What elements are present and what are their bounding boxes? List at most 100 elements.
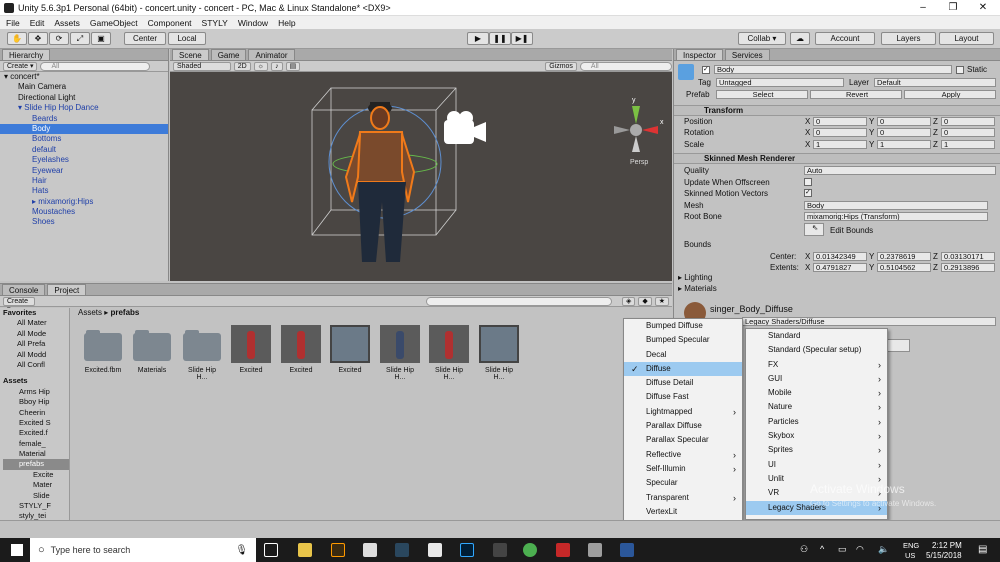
hierarchy-item[interactable]: Hair: [0, 176, 168, 186]
shader-menu-item[interactable]: Decal: [624, 348, 742, 362]
2d-toggle[interactable]: 2D: [233, 61, 251, 71]
prefab-revert-button[interactable]: Revert: [810, 90, 902, 99]
menu-component[interactable]: Component: [148, 18, 192, 28]
tab-console[interactable]: Console: [2, 284, 46, 295]
menu-window[interactable]: Window: [238, 18, 268, 28]
hierarchy-search-input[interactable]: All: [40, 61, 151, 71]
shader-menu-item[interactable]: UI ›: [746, 458, 887, 472]
hierarchy-item[interactable]: Moustaches: [0, 207, 168, 217]
breadcrumb-prefabs[interactable]: prefabs: [110, 308, 139, 317]
network-icon[interactable]: ▭: [838, 544, 847, 555]
windows-start-icon[interactable]: [11, 544, 23, 556]
shader-menu-item[interactable]: Mobile ›: [746, 386, 887, 400]
menu-help[interactable]: Help: [278, 18, 295, 28]
mesh-field[interactable]: Body: [804, 201, 988, 210]
shader-menu-item[interactable]: Self-Illumin ›: [624, 462, 742, 476]
shader-menu-item[interactable]: Diffuse Detail: [624, 376, 742, 390]
chrome-icon[interactable]: [523, 543, 537, 557]
prefab-apply-button[interactable]: Apply: [904, 90, 996, 99]
update-offscreen-checkbox[interactable]: [804, 178, 812, 186]
hierarchy-item[interactable]: Hats: [0, 186, 168, 196]
edit-bounds-icon[interactable]: ⇖: [804, 223, 824, 236]
hierarchy-item[interactable]: Shoes: [0, 217, 168, 227]
asset-tree-item[interactable]: STYLY_F: [3, 501, 69, 511]
app-grey-icon[interactable]: [588, 543, 602, 557]
shader-menu-item[interactable]: Diffuse Fast: [624, 390, 742, 404]
audio-toggle-icon[interactable]: ♪: [271, 61, 283, 71]
layout-dropdown[interactable]: Layout: [939, 32, 994, 45]
asset-tree-item[interactable]: Arms Hip: [3, 387, 69, 397]
prefab-select-button[interactable]: Select: [716, 90, 808, 99]
static-checkbox[interactable]: [956, 66, 964, 74]
hierarchy-item[interactable]: Body: [0, 123, 168, 135]
task-view-icon[interactable]: [264, 543, 278, 557]
favorite-item[interactable]: All Modd: [3, 350, 69, 360]
asset-tile[interactable]: Slide Hip H...: [429, 325, 469, 381]
hierarchy-item[interactable]: Eyewear: [0, 166, 168, 176]
bounds-center-x-input[interactable]: 0.01342349: [813, 252, 867, 261]
bounds-center-y-input[interactable]: 0.2378619: [877, 252, 931, 261]
camera-gizmo-icon[interactable]: [444, 111, 486, 144]
shader-menu-item[interactable]: Standard (Specular setup): [746, 343, 887, 357]
light-toggle-icon[interactable]: ☼: [253, 61, 269, 71]
app-red-icon[interactable]: [556, 543, 570, 557]
pivot-local-button[interactable]: Local: [168, 32, 206, 45]
bounds-extents-x-input[interactable]: 0.4791827: [813, 263, 867, 272]
tab-animator[interactable]: Animator: [248, 49, 295, 60]
character-model[interactable]: [344, 102, 416, 262]
asset-tile[interactable]: Excited: [330, 325, 370, 374]
menu-gameobject[interactable]: GameObject: [90, 18, 138, 28]
tray-arrow-icon[interactable]: ^: [820, 544, 824, 554]
file-explorer-icon[interactable]: [298, 543, 312, 557]
menu-assets[interactable]: Assets: [54, 18, 80, 28]
favorite-item[interactable]: All Mater: [3, 318, 69, 328]
asset-tree-item[interactable]: Material: [3, 449, 69, 459]
filter-type-icon[interactable]: ◈: [621, 296, 636, 306]
shader-menu-item[interactable]: Particles ›: [746, 415, 887, 429]
bounds-extents-z-input[interactable]: 0.2913896: [941, 263, 995, 272]
project-search-input[interactable]: [426, 296, 612, 306]
clock-date[interactable]: 5/15/2018: [926, 551, 962, 560]
menu-edit[interactable]: Edit: [30, 18, 45, 28]
transform-pos-z-input[interactable]: 0: [941, 117, 995, 126]
bounds-extents-y-input[interactable]: 0.5104562: [877, 263, 931, 272]
shader-menu-item[interactable]: GUI ›: [746, 372, 887, 386]
hierarchy-item[interactable]: ▸ mixamorig:Hips: [0, 197, 168, 207]
tab-game[interactable]: Game: [210, 49, 247, 60]
shader-menu-item[interactable]: Specular: [624, 476, 742, 490]
transform-rot-z-input[interactable]: 0: [941, 128, 995, 137]
object-name-input[interactable]: Body: [714, 65, 952, 74]
shader-menu-item[interactable]: Standard: [746, 329, 887, 343]
asset-tile[interactable]: Excited: [231, 325, 271, 374]
rotate-tool-icon[interactable]: ⟳: [49, 32, 69, 45]
tab-services[interactable]: Services: [724, 49, 770, 60]
asset-tree-item[interactable]: Bboy Hip: [3, 397, 69, 407]
shader-menu-item[interactable]: FX ›: [746, 358, 887, 372]
transform-scl-y-input[interactable]: 1: [877, 140, 931, 149]
word-icon[interactable]: [620, 543, 634, 557]
transform-rot-x-input[interactable]: 0: [813, 128, 867, 137]
asset-tile[interactable]: Slide Hip H...: [380, 325, 420, 381]
shader-menu-item[interactable]: VertexLit: [624, 505, 742, 519]
asset-tree-item[interactable]: Mater: [3, 480, 69, 490]
transform-pos-x-input[interactable]: 0: [813, 117, 867, 126]
asset-tree-item[interactable]: Cheerin: [3, 408, 69, 418]
scale-tool-icon[interactable]: ⤢: [70, 32, 90, 45]
quality-dropdown[interactable]: Auto: [804, 166, 996, 175]
favorites-header[interactable]: Favorites: [3, 308, 69, 318]
orientation-gizmo[interactable]: y x Persp: [614, 97, 664, 166]
shader-menu-item[interactable]: Parallax Specular: [624, 433, 742, 447]
flash-icon[interactable]: [331, 543, 345, 557]
rect-tool-icon[interactable]: ▣: [91, 32, 111, 45]
region-label[interactable]: US: [905, 551, 915, 560]
hierarchy-item[interactable]: Main Camera: [0, 82, 168, 92]
favorite-item[interactable]: All Prefa: [3, 339, 69, 349]
shader-menu-item[interactable]: Nature ›: [746, 400, 887, 414]
asset-tile[interactable]: Excited: [281, 325, 321, 374]
asset-tree-item[interactable]: Excite: [3, 470, 69, 480]
tab-scene[interactable]: Scene: [172, 49, 209, 60]
menu-styly[interactable]: STYLY: [202, 18, 228, 28]
shader-menu-item[interactable]: Transparent ›: [624, 491, 742, 505]
breadcrumb-assets[interactable]: Assets: [78, 308, 102, 317]
asset-tree-item[interactable]: Excited S: [3, 418, 69, 428]
